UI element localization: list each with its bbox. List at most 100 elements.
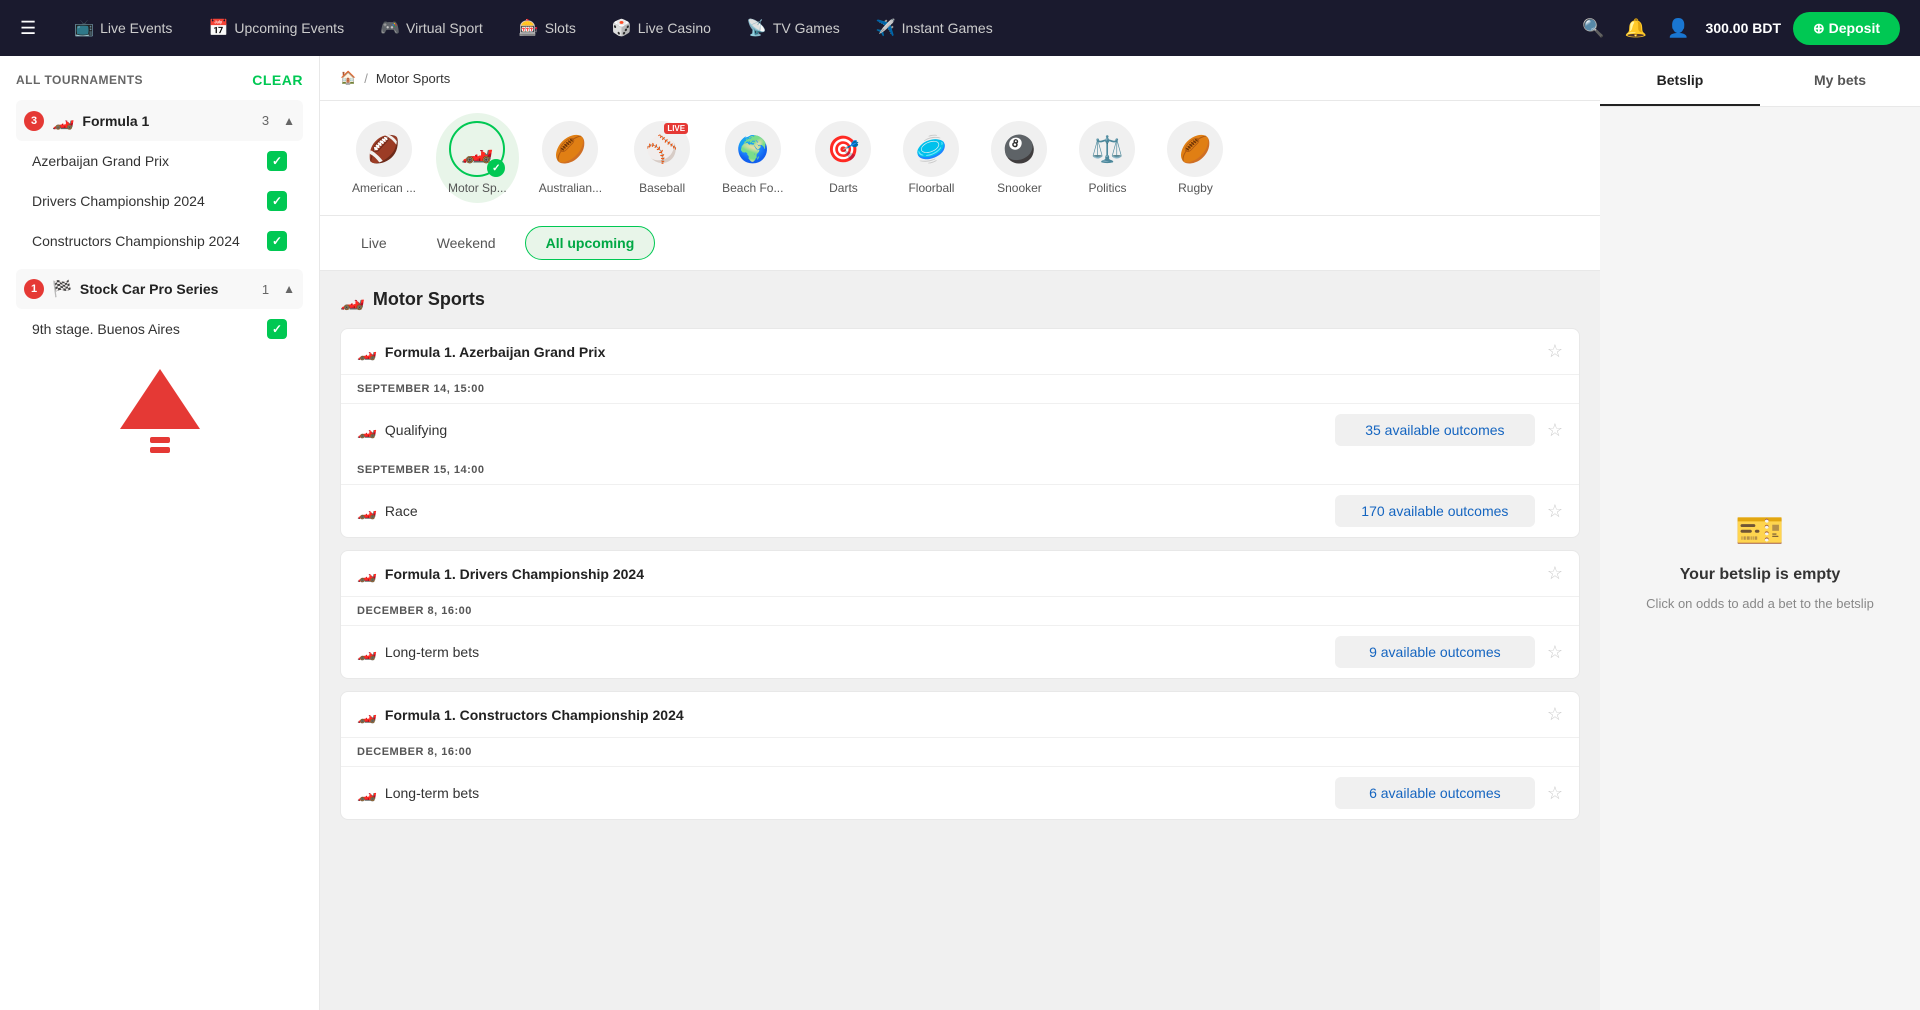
sport-icon-baseball[interactable]: ⚾ LIVE Baseball [622, 113, 702, 203]
filter-tabs: Live Weekend All upcoming [320, 216, 1600, 271]
tab-all-upcoming[interactable]: All upcoming [525, 226, 656, 260]
sport-icon-australian[interactable]: 🏉 Australian... [527, 113, 614, 203]
qualifying-outcomes-btn[interactable]: 35 available outcomes [1335, 414, 1535, 446]
buenosaires-checkbox[interactable]: ✓ [267, 319, 287, 339]
floorball-label: Floorball [908, 181, 954, 195]
tab-betslip[interactable]: Betslip [1600, 56, 1760, 106]
nav-tv-games[interactable]: 📡 TV Games [733, 10, 854, 46]
baseball-circle: ⚾ LIVE [634, 121, 690, 177]
nav-live-events[interactable]: 📺 Live Events [60, 10, 186, 46]
sport-icon-beachfootball[interactable]: 🌍 Beach Fo... [710, 113, 795, 203]
user-icon[interactable]: 👤 [1663, 14, 1693, 43]
sport-icon-floorball[interactable]: 🥏 Floorball [891, 113, 971, 203]
instant-games-icon: ✈️ [876, 18, 896, 38]
tab-weekend[interactable]: Weekend [416, 226, 517, 260]
nav-upcoming-events[interactable]: 📅 Upcoming Events [194, 10, 358, 46]
breadcrumb-current: Motor Sports [376, 71, 450, 86]
qualifying-name: Qualifying [385, 422, 447, 438]
clear-button[interactable]: Clear [252, 72, 303, 88]
search-icon[interactable]: 🔍 [1578, 14, 1608, 43]
azerbaijan-star[interactable]: ☆ [1547, 341, 1563, 362]
nav-slots[interactable]: 🎰 Slots [505, 10, 590, 46]
qualifying-time: SEPTEMBER 14, 15:00 [341, 375, 1579, 404]
constructors-longterm-row: 🏎️ Long-term bets 6 available outcomes ☆ [341, 767, 1579, 819]
sport-icon-rugby[interactable]: 🏉 Rugby [1155, 113, 1235, 203]
american-circle: 🏈 [356, 121, 412, 177]
sport-icon-snooker[interactable]: 🎱 Snooker [979, 113, 1059, 203]
tab-live[interactable]: Live [340, 226, 408, 260]
drivers-longterm-star[interactable]: ☆ [1547, 642, 1563, 663]
race-outcomes-btn[interactable]: 170 available outcomes [1335, 495, 1535, 527]
formula1-badge: 3 [24, 111, 44, 131]
formula1-group-header[interactable]: 3 🏎️ Formula 1 3 ▲ [16, 100, 303, 141]
right-panel: Betslip My bets 🎫 Your betslip is empty … [1600, 56, 1920, 1010]
drivers-longterm-right: 9 available outcomes ☆ [1335, 636, 1563, 668]
darts-label: Darts [829, 181, 858, 195]
drivers-label: Drivers Championship 2024 [32, 193, 205, 209]
race-left: 🏎️ Race [357, 501, 418, 521]
darts-circle: 🎯 [815, 121, 871, 177]
constructors-longterm-right: 6 available outcomes ☆ [1335, 777, 1563, 809]
tab-mybets[interactable]: My bets [1760, 56, 1920, 106]
bell-icon[interactable]: 🔔 [1621, 14, 1651, 43]
sport-icon-american[interactable]: 🏈 American ... [340, 113, 428, 203]
nav-live-casino[interactable]: 🎲 Live Casino [598, 10, 725, 46]
constructors-outcomes-btn[interactable]: 6 available outcomes [1335, 777, 1535, 809]
breadcrumb: 🏠 / Motor Sports [320, 56, 1600, 101]
race-right: 170 available outcomes ☆ [1335, 495, 1563, 527]
stockcar-sport-icon: 🏁 [52, 279, 72, 299]
f1-icon-race: 🏎️ [357, 501, 377, 521]
baseball-live-badge: LIVE [664, 123, 688, 134]
snooker-label: Snooker [997, 181, 1042, 195]
sidebar-item-buenosaires[interactable]: 9th stage. Buenos Aires ✓ [16, 309, 303, 349]
race-star[interactable]: ☆ [1547, 501, 1563, 522]
sport-icon-darts[interactable]: 🎯 Darts [803, 113, 883, 203]
live-events-icon: 📺 [74, 18, 94, 38]
qualifying-left: 🏎️ Qualifying [357, 420, 447, 440]
nav-right: 🔍 🔔 👤 300.00 BDT ⊕ Deposit [1578, 12, 1900, 45]
f1-icon-qualifying: 🏎️ [357, 420, 377, 440]
azerbaijan-checkbox[interactable]: ✓ [267, 151, 287, 171]
constructors-star[interactable]: ☆ [1547, 704, 1563, 725]
deposit-button[interactable]: ⊕ Deposit [1793, 12, 1900, 45]
slots-icon: 🎰 [519, 18, 539, 38]
sidebar: ALL TOURNAMENTS Clear 3 🏎️ Formula 1 3 ▲… [0, 56, 320, 1010]
constructors-checkbox[interactable]: ✓ [267, 231, 287, 251]
sidebar-item-constructors[interactable]: Constructors Championship 2024 ✓ [16, 221, 303, 261]
hamburger-menu[interactable]: ☰ [20, 18, 36, 39]
australian-circle: 🏉 [542, 121, 598, 177]
drivers-title-row: 🏎️ Formula 1. Drivers Championship 2024 [357, 564, 644, 584]
nav-instant-games[interactable]: ✈️ Instant Games [862, 10, 1007, 46]
sport-icon-politics[interactable]: ⚖️ Politics [1067, 113, 1147, 203]
nav-slots-label: Slots [545, 20, 576, 36]
drivers-checkbox[interactable]: ✓ [267, 191, 287, 211]
drivers-longterm-left: 🏎️ Long-term bets [357, 642, 479, 662]
event-card-drivers: 🏎️ Formula 1. Drivers Championship 2024 … [340, 550, 1580, 679]
constructors-longterm-star[interactable]: ☆ [1547, 783, 1563, 804]
sidebar-item-drivers[interactable]: Drivers Championship 2024 ✓ [16, 181, 303, 221]
qualifying-star[interactable]: ☆ [1547, 420, 1563, 441]
nav-upcoming-events-label: Upcoming Events [234, 20, 344, 36]
sport-icons-row: 🏈 American ... 🏎️ ✓ Motor Sp... 🏉 Austra… [320, 101, 1600, 216]
beachfootball-circle: 🌍 [725, 121, 781, 177]
section-title-text: Motor Sports [373, 289, 485, 310]
formula1-group-name: Formula 1 [82, 113, 253, 129]
motorsports-label: Motor Sp... [448, 181, 507, 195]
sport-icon-motorsports[interactable]: 🏎️ ✓ Motor Sp... [436, 113, 519, 203]
azerbaijan-card-header: 🏎️ Formula 1. Azerbaijan Grand Prix ☆ [341, 329, 1579, 375]
f1-icon-longterm2: 🏎️ [357, 783, 377, 803]
stockcar-group-header[interactable]: 1 🏁 Stock Car Pro Series 1 ▲ [16, 269, 303, 309]
constructors-label: Constructors Championship 2024 [32, 233, 240, 249]
drivers-time: DECEMBER 8, 16:00 [341, 597, 1579, 626]
section-title: 🏎️ Motor Sports [340, 287, 1580, 312]
drivers-star[interactable]: ☆ [1547, 563, 1563, 584]
stockcar-badge: 1 [24, 279, 44, 299]
f1-icon-drivers: 🏎️ [357, 564, 377, 584]
drivers-card-header: 🏎️ Formula 1. Drivers Championship 2024 … [341, 551, 1579, 597]
home-icon[interactable]: 🏠 [340, 70, 356, 86]
constructors-time: DECEMBER 8, 16:00 [341, 738, 1579, 767]
sidebar-group-stockcar: 1 🏁 Stock Car Pro Series 1 ▲ 9th stage. … [16, 269, 303, 349]
nav-virtual-sport[interactable]: 🎮 Virtual Sport [366, 10, 497, 46]
drivers-outcomes-btn[interactable]: 9 available outcomes [1335, 636, 1535, 668]
sidebar-item-azerbaijan[interactable]: Azerbaijan Grand Prix ✓ [16, 141, 303, 181]
